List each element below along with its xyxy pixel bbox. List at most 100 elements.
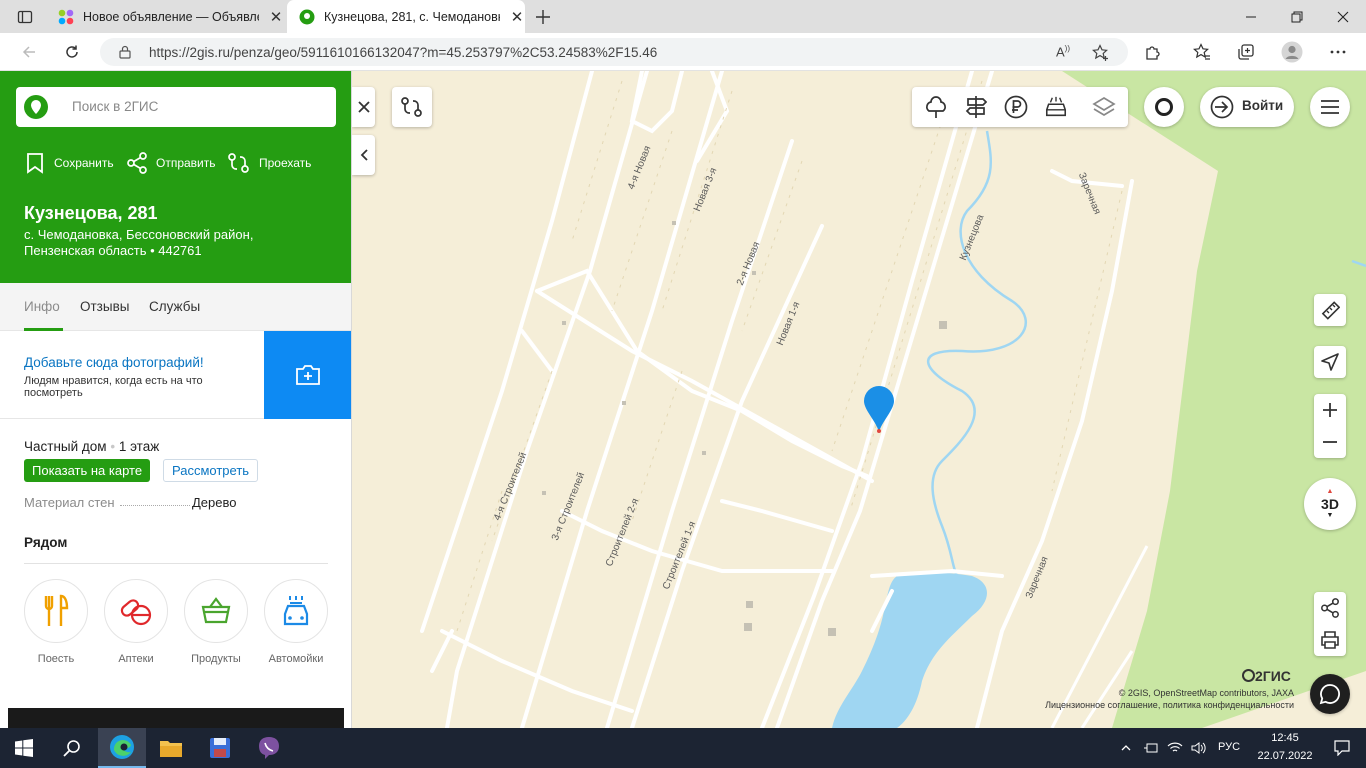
print-button[interactable] [1320,624,1340,656]
edge-browser-icon [110,735,134,759]
nearby-food-button[interactable]: Поесть [24,579,88,665]
route-planner-button[interactable] [392,87,432,127]
user-location-button[interactable] [1144,87,1184,127]
3d-toggle-button[interactable]: ▲ 3D ▼ [1304,478,1356,530]
share-button[interactable]: Отправить [126,151,216,175]
signpost-layer-icon[interactable] [964,95,988,119]
wifi-icon[interactable] [1164,728,1186,768]
taskbar-save-app[interactable] [196,728,244,768]
minimize-icon[interactable] [1228,0,1274,33]
reload-icon[interactable] [55,33,89,71]
traffic-layer-icon[interactable] [1044,95,1068,119]
share-print-controls [1314,592,1346,656]
taskbar-search-button[interactable] [48,728,96,768]
browser-tab-bar: Новое объявление — Объявле ✕ Кузнецова, … [0,0,1366,33]
notifications-icon[interactable] [1318,728,1366,768]
search-input[interactable]: Поиск в 2ГИС [16,87,336,127]
tab-info[interactable]: Инфо [24,299,60,314]
nearby-label: Автомойки [268,653,324,665]
taskbar-edge[interactable] [98,728,146,768]
ruler-icon [1321,301,1340,320]
dotted-leader [120,505,190,506]
taskbar-viber[interactable] [245,728,293,768]
collapse-panel-button[interactable] [352,135,375,175]
start-button[interactable] [0,728,48,768]
license-links[interactable]: Лицензионное соглашение, политика конфид… [952,700,1294,710]
clock-date[interactable]: 22.07.2022 [1250,750,1320,762]
tab-title: Кузнецова, 281, с. Чемодановк [324,9,500,24]
new-tab-icon[interactable] [520,0,566,33]
chat-button[interactable] [1310,674,1350,714]
floppy-disk-icon [210,738,230,758]
bookmark-icon [27,153,43,174]
search-icon [63,740,80,757]
profile-avatar-icon[interactable] [1275,33,1309,71]
tab-reviews[interactable]: Отзывы [80,299,129,314]
battery-icon[interactable] [1140,728,1162,768]
location-pin-icon[interactable] [863,385,895,435]
2gis-map-logo[interactable]: 2ГИС [1242,668,1291,684]
building-type: Частный дом [24,439,107,454]
login-label: Войти [1242,98,1284,113]
share-label: Отправить [156,156,216,170]
zoom-in-button[interactable] [1322,394,1338,426]
layers-icon[interactable] [1092,95,1116,119]
extensions-icon[interactable] [1136,33,1170,71]
tab-actions-icon[interactable] [2,0,48,33]
nearby-groceries-button[interactable]: Продукты [184,579,248,665]
show-on-map-button[interactable]: Показать на карте [24,459,151,482]
windows-logo-icon [15,739,33,757]
add-photo-link[interactable]: Добавьте сюда фотографий! [24,355,204,370]
close-panel-button[interactable] [352,87,375,127]
browser-tab-ad[interactable]: Новое объявление — Объявле ✕ [46,0,286,33]
input-language[interactable]: РУС [1218,741,1240,753]
taskbar-explorer[interactable] [147,728,195,768]
my-location-button[interactable] [1314,346,1346,378]
map-base-layer [420,71,1366,728]
map-share-button[interactable] [1320,592,1340,624]
2gis-mark-icon [1242,669,1255,682]
pills-icon [120,599,152,626]
map-canvas[interactable]: 4-я Новая Новая 3-я 2-я Новая Новая 1-я … [352,71,1366,728]
clock-time[interactable]: 12:45 [1250,732,1320,744]
volume-icon[interactable] [1188,728,1210,768]
share-icon [127,152,147,174]
more-menu-icon[interactable] [1321,33,1355,71]
tray-overflow-icon[interactable] [1114,728,1138,768]
add-photo-button[interactable] [264,331,351,419]
separator-dot: • [110,439,119,454]
lock-icon[interactable] [119,45,131,59]
close-window-icon[interactable] [1320,0,1366,33]
add-favorite-icon[interactable] [1092,44,1110,62]
tab-services[interactable]: Службы [149,299,200,314]
collections-icon[interactable] [1229,33,1263,71]
atm-layer-icon[interactable] [1004,95,1028,119]
route-button[interactable]: Проехать [227,151,311,175]
route-icon [401,97,422,117]
place-card-panel: Поиск в 2ГИС Сохранить Отправить Проехат… [0,71,352,728]
url-field[interactable]: https://2gis.ru/penza/geo/59116101661320… [100,38,1128,66]
parks-layer-icon[interactable] [924,95,948,119]
browser-tab-2gis[interactable]: Кузнецова, 281, с. Чемодановк ✕ [287,0,525,33]
back-icon[interactable] [12,33,46,71]
nearby-pharmacy-button[interactable]: Аптеки [104,579,168,665]
main-menu-button[interactable] [1310,87,1350,127]
ruler-button[interactable] [1314,294,1346,326]
close-icon [357,101,370,113]
read-aloud-icon[interactable]: A)) [1056,44,1070,59]
favorites-icon[interactable] [1185,33,1219,71]
view-button[interactable]: Рассмотреть [163,459,259,482]
nearby-label: Продукты [191,653,241,665]
chat-bubble-icon [1319,684,1340,705]
save-button[interactable]: Сохранить [24,151,114,175]
close-tab-icon[interactable]: ✕ [269,8,283,26]
video-preview[interactable] [8,708,344,728]
restore-icon[interactable] [1274,0,1320,33]
camera-plus-icon [296,365,320,385]
roads [420,71,1134,728]
login-button[interactable]: Войти [1200,87,1294,127]
nearby-carwash-button[interactable]: Автомойки [264,579,328,665]
nearby-icon-circle [184,579,248,643]
login-icon [1210,95,1234,119]
zoom-out-button[interactable] [1322,426,1338,458]
